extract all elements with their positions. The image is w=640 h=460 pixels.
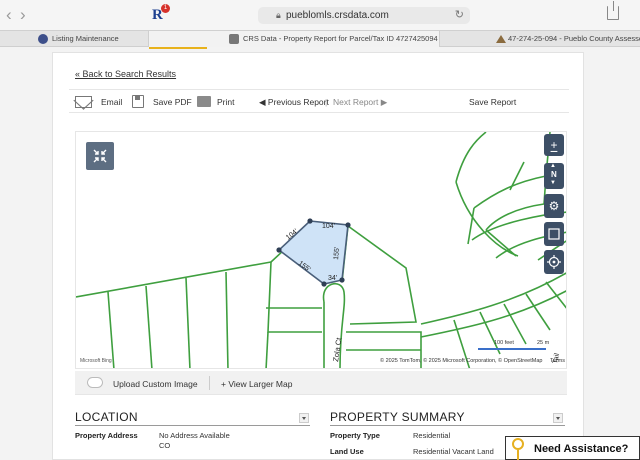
map-actions-bar: Upload Custom Image + View Larger Map [75,371,567,395]
divider [209,376,210,390]
collapse-arrows-icon [93,149,107,163]
reload-icon[interactable]: ↻ [455,8,464,21]
toolbar-separator: | [325,97,328,107]
attribution-text: © 2025 TomTom, © 2025 Microsoft Corporat… [380,358,543,364]
property-summary-title: PROPERTY SUMMARY [330,410,465,424]
tab-listing-maintenance[interactable]: Listing Maintenance [0,31,148,47]
collapse-icon[interactable] [86,142,114,170]
need-assistance-label: Need Assistance? [534,443,629,455]
back-to-search-link[interactable]: « Back to Search Results [75,69,176,79]
lot-dimension: 155' [333,247,341,261]
scale-bar [478,348,546,350]
lot-dimension: 34' [328,275,337,282]
terms-link[interactable]: Terms [550,358,565,364]
tab-favicon-icon [229,34,239,44]
next-report-button[interactable]: Next Report ▶ [333,97,387,108]
draw-area-shape [548,228,560,240]
property-state-value: CO [159,441,171,450]
scale-meters-label: 25 m [537,340,550,346]
parcel-map[interactable]: 104' 104' 155' 155' 34' Zola Ct Tail + −… [75,131,567,369]
property-type-value: Residential [413,431,451,440]
draw-area-icon[interactable] [544,222,564,246]
address-text: pueblomls.crsdata.com [286,10,389,21]
land-use-value: Residential Vacant Land [413,447,494,456]
extension-badge: 1 [161,4,170,13]
parcel-map-canvas: 104' 104' 155' 155' 34' Zola Ct Tail [76,132,566,368]
tab-favicon-icon [496,35,506,43]
previous-report-button[interactable]: ◀ Previous Report [259,97,329,108]
save-report-button[interactable]: Save Report [469,97,516,107]
report-toolbar: Email Save PDF Print ◀ Previous Report |… [69,89,569,113]
email-button[interactable]: Email [101,97,122,107]
browser-window: ‹ › R 1 🔒︎ pueblomls.crsdata.com ↻ Listi… [0,0,640,460]
print-button[interactable]: Print [217,97,234,107]
locate-icon[interactable] [544,250,564,274]
gear-icon[interactable]: ⚙ [544,194,564,218]
compass-label: N [551,170,557,179]
divider [330,425,565,426]
tab-property-report[interactable]: CRS Data - Property Report for Parcel/Ta… [148,31,440,49]
browser-toolbar: ‹ › R 1 🔒︎ pueblomls.crsdata.com ↻ [0,0,640,30]
email-icon[interactable] [75,96,92,108]
share-icon[interactable] [607,1,619,20]
view-larger-map-button[interactable]: + View Larger Map [221,379,292,389]
save-icon[interactable] [132,95,144,108]
tab-strip: Listing Maintenance CRS Data - Property … [0,30,640,49]
upload-custom-image-button[interactable]: Upload Custom Image [113,379,198,389]
forward-arrow-icon[interactable]: › [20,5,26,25]
divider [75,425,310,426]
need-assistance-button[interactable]: Need Assistance? [505,436,640,460]
property-address-label: Property Address [75,431,138,440]
cloud-upload-icon[interactable] [87,377,103,388]
property-type-label: Property Type [330,431,380,440]
street-label: Zola Ct [331,336,343,362]
tab-favicon-icon [38,34,48,44]
land-use-label: Land Use [330,447,364,456]
tab-county-assessor[interactable]: 47-274-25-094 - Pueblo County Assessor [440,31,640,47]
location-section-title: LOCATION [75,410,138,424]
tab-label: Listing Maintenance [52,34,119,43]
printer-icon[interactable] [197,96,211,107]
microsoft-bing-logo: Microsoft Bing [80,358,112,364]
lock-icon: 🔒︎ [276,10,281,20]
property-address-value: No Address Available [159,431,230,440]
locate-crosshair [547,255,561,269]
key-icon [512,438,524,460]
map-attribution: © 2025 TomTom, © 2025 Microsoft Corporat… [380,358,565,364]
lot-dimension: 104' [322,223,335,230]
tab-label: 47-274-25-094 - Pueblo County Assessor [508,34,640,43]
chevron-down-icon[interactable] [553,413,563,423]
save-pdf-button[interactable]: Save PDF [153,97,192,107]
zoom-out-button[interactable]: − [544,144,564,160]
report-page: « Back to Search Results Email Save PDF … [52,52,584,460]
tab-label: CRS Data - Property Report for Parcel/Ta… [243,34,438,43]
chevron-down-icon[interactable] [299,413,309,423]
scale-feet-label: 100 feet [494,340,514,346]
address-bar[interactable]: 🔒︎ pueblomls.crsdata.com ↻ [258,7,470,24]
back-arrow-icon[interactable]: ‹ [6,5,12,25]
compass-icon[interactable]: ▲ N ▼ [544,163,564,189]
